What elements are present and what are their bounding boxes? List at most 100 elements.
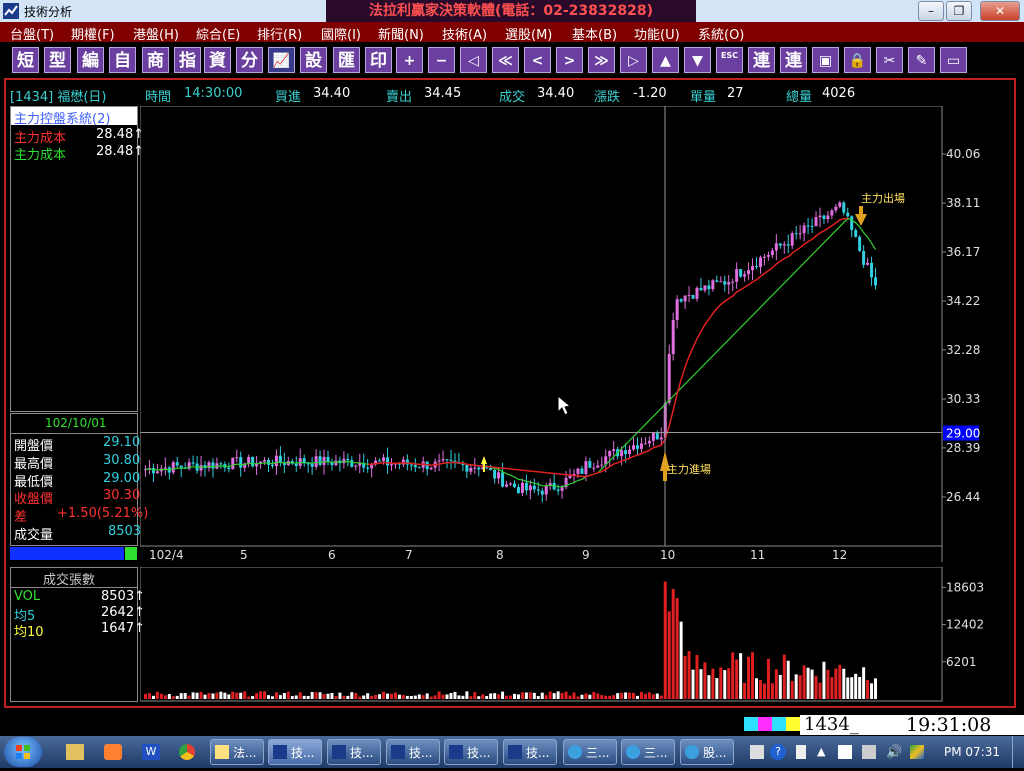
volume-bar (259, 691, 263, 699)
edit-button[interactable]: 編 (77, 47, 104, 73)
help-icon[interactable]: ? (770, 744, 786, 760)
menu-item-system[interactable]: 系統(O) (698, 24, 744, 43)
volume-bar (576, 696, 580, 699)
candle-body (505, 484, 509, 487)
word-icon[interactable]: W (142, 744, 160, 760)
explorer-icon[interactable] (66, 744, 84, 760)
flag-icon[interactable] (838, 745, 852, 759)
task-ie-1[interactable]: 三... (563, 739, 617, 765)
price-chart[interactable]: 40.06 38.11 36.17 34.22 32.28 30.33 28.39 26.44… (140, 106, 1016, 562)
up-button[interactable]: ▲ (652, 47, 679, 73)
task-ie-3[interactable]: 股... (680, 739, 734, 765)
commodity-button[interactable]: 商 (142, 47, 169, 73)
indicator-button[interactable]: 指 (174, 47, 201, 73)
chrome-icon[interactable] (179, 744, 195, 760)
short-button[interactable]: 短 (12, 47, 39, 73)
data-button[interactable]: 資 (204, 47, 231, 73)
menu-item-ranking[interactable]: 排行(R) (257, 24, 302, 43)
volume-bar (874, 678, 878, 699)
print-button[interactable]: 印 (365, 47, 392, 73)
split-button[interactable]: 分 (236, 47, 263, 73)
restore-button[interactable]: ❐ (946, 1, 972, 21)
volume-chart[interactable]: 18603 12402 6201 (140, 567, 1016, 702)
fast-back-button[interactable]: ≪ (492, 47, 519, 73)
menu-item-hk[interactable]: 港盤(H) (133, 24, 179, 43)
lock-button[interactable]: 🔒 (844, 47, 871, 73)
menu-item-basic[interactable]: 基本(B) (572, 24, 617, 43)
link-button-1[interactable]: 連 (748, 47, 775, 73)
network-icon[interactable] (862, 745, 876, 759)
tray-icon[interactable] (796, 745, 806, 759)
volume-bar (532, 692, 536, 699)
menu-item-options[interactable]: 期權(F) (71, 24, 115, 43)
down-button[interactable]: ▼ (684, 47, 711, 73)
candle-body (731, 281, 735, 283)
volume-bar (322, 694, 326, 699)
back-button[interactable]: < (524, 47, 551, 73)
task-tech-3[interactable]: 技... (386, 739, 440, 765)
candle-body (429, 467, 433, 470)
tray-expand-icon[interactable]: ▲ (817, 745, 825, 758)
price-tick-label: 26.44 (946, 490, 980, 504)
menu-item-technical[interactable]: 技術(A) (442, 24, 487, 43)
volume-bar (405, 695, 409, 699)
chart-type-button[interactable]: 📈 (268, 47, 295, 73)
start-button[interactable] (4, 737, 42, 767)
escape-button[interactable]: ESC (716, 47, 743, 73)
system-name[interactable]: 主力控盤系統(2) (14, 108, 110, 127)
candle-body (346, 458, 350, 461)
scroll-indicator-bar[interactable] (10, 547, 124, 560)
vol-value: 8503↑ (101, 589, 145, 604)
show-desktop-button[interactable] (1012, 736, 1024, 768)
drive-icon[interactable] (910, 745, 924, 759)
first-button[interactable]: ◁ (460, 47, 487, 73)
menu-item-news[interactable]: 新聞(N) (378, 24, 424, 43)
custom-button[interactable]: 自 (109, 47, 136, 73)
candle-body (723, 281, 727, 285)
menu-item-tai[interactable]: 台盤(T) (10, 24, 54, 43)
minimize-button[interactable]: – (918, 1, 944, 21)
task-ie-2[interactable]: 三... (621, 739, 675, 765)
task-tech-1[interactable]: 技... (268, 739, 322, 765)
forward-button[interactable]: > (556, 47, 583, 73)
scroll-indicator-green[interactable] (125, 547, 137, 560)
candle-body (810, 225, 814, 227)
screen-button[interactable]: ▭ (940, 47, 967, 73)
last-button[interactable]: ▷ (620, 47, 647, 73)
zoom-in-button[interactable]: + (396, 47, 423, 73)
volume-bar (751, 652, 755, 699)
up-arrow-icon: ▲ (660, 53, 671, 69)
media-player-icon[interactable] (104, 744, 122, 760)
menu-item-international[interactable]: 國際(I) (321, 24, 361, 43)
settings-button[interactable]: 設 (300, 47, 327, 73)
task-tech-5[interactable]: 技... (503, 739, 557, 765)
volume-bar (747, 656, 751, 699)
task-tech-4[interactable]: 技... (444, 739, 498, 765)
menu-item-composite[interactable]: 綜合(E) (196, 24, 240, 43)
fast-forward-button[interactable]: ≫ (588, 47, 615, 73)
keyboard-icon[interactable] (750, 745, 764, 759)
menu-item-function[interactable]: 功能(U) (634, 24, 680, 43)
pattern-button[interactable]: 型 (44, 47, 71, 73)
volume-bar (842, 668, 846, 699)
close-button[interactable]: ✕ (980, 1, 1020, 21)
volume-bar (413, 695, 417, 699)
tools-button[interactable]: ✂ (876, 47, 903, 73)
candle-body (719, 281, 723, 283)
task-tech-2[interactable]: 技... (327, 739, 381, 765)
zoom-out-button[interactable]: − (428, 47, 455, 73)
export-button[interactable]: 匯 (333, 47, 360, 73)
candle-body (838, 202, 842, 207)
screen-icon: ▭ (946, 53, 961, 69)
task-fala[interactable]: 法... (210, 739, 264, 765)
window-button[interactable]: ▣ (812, 47, 839, 73)
task-chart-icon (449, 745, 463, 759)
candle-body (469, 467, 473, 472)
link-button-2[interactable]: 連 (780, 47, 807, 73)
pen-button[interactable]: ✎ (908, 47, 935, 73)
volume-bar (235, 692, 239, 699)
volume-icon[interactable]: 🔊 (886, 745, 902, 760)
status-clock: 19:31:08 (902, 715, 1024, 735)
menu-item-stock-pick[interactable]: 選股(M) (505, 24, 552, 43)
symbol-input[interactable]: 1434_ (800, 715, 912, 735)
